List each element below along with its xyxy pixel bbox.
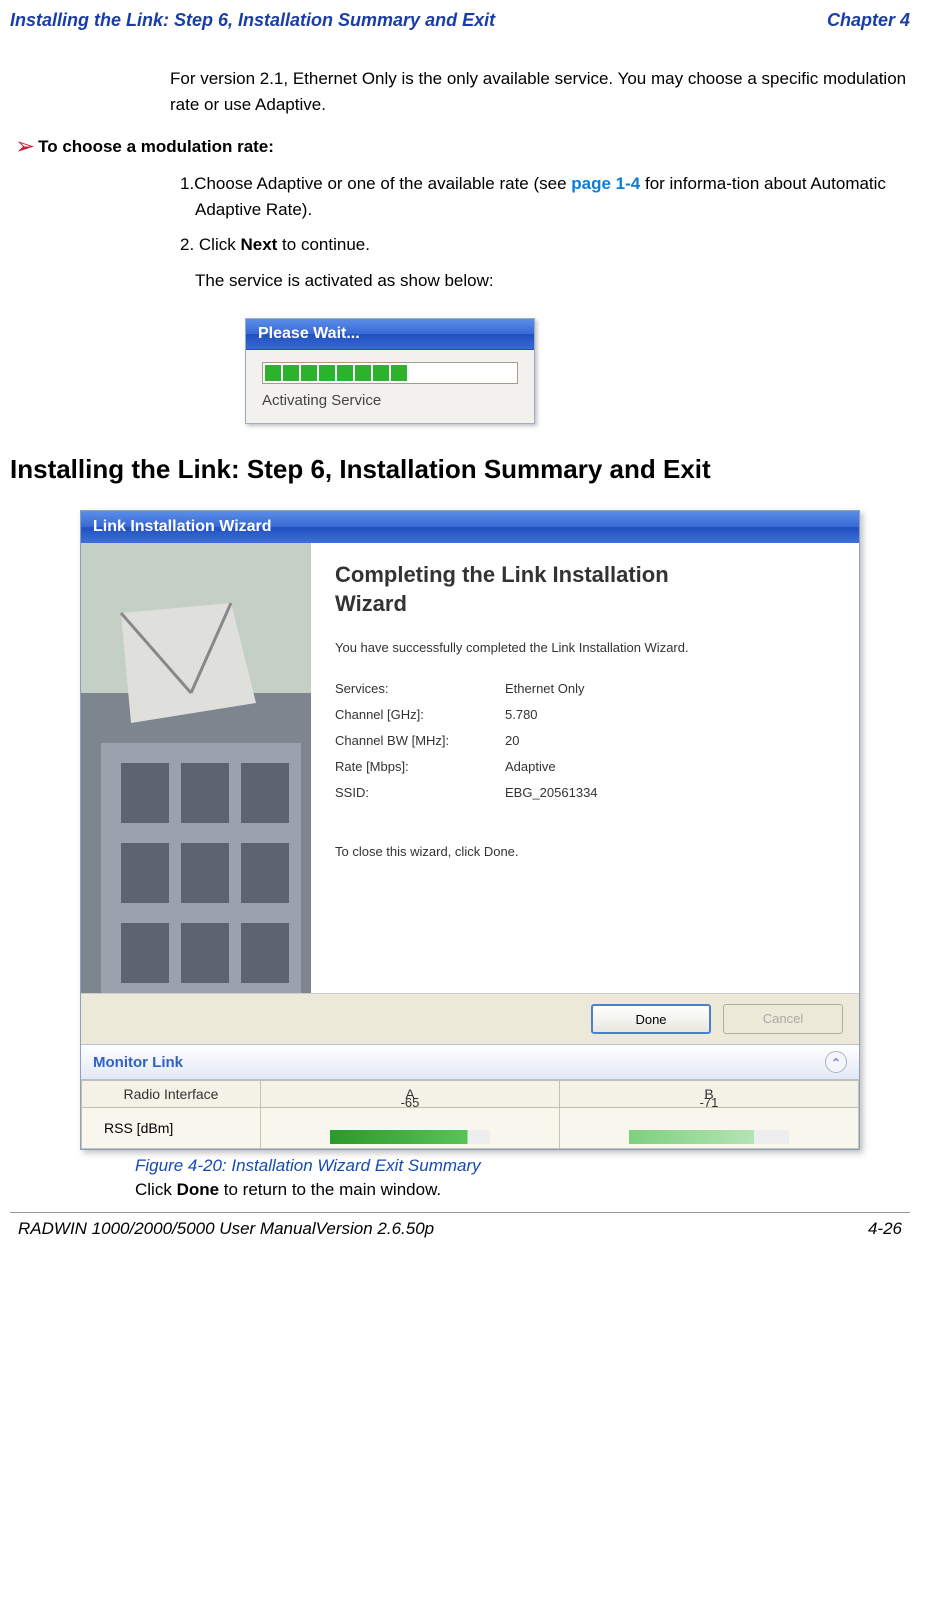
arrow-icon: ➢ [15, 132, 35, 161]
wiz-key: Channel [GHz]: [335, 707, 505, 722]
rss-a-cell: -65 [260, 1108, 559, 1149]
monitor-header[interactable]: Monitor Link ⌃ [81, 1045, 859, 1080]
cancel-button: Cancel [723, 1004, 843, 1034]
step-2: 2. Click Next to continue. [180, 232, 910, 258]
step-1: 1.Choose Adaptive or one of the availabl… [180, 171, 910, 222]
footer-left: RADWIN 1000/2000/5000 User ManualVersion… [18, 1219, 434, 1239]
wiz-val: EBG_20561334 [505, 785, 835, 800]
wiz-key: Channel BW [MHz]: [335, 733, 505, 748]
wizard-close-text: To close this wizard, click Done. [335, 844, 835, 859]
wiz-val: 20 [505, 733, 835, 748]
figure-caption: Figure 4-20: Installation Wizard Exit Su… [135, 1156, 910, 1176]
progress-bar [262, 362, 518, 384]
procedure-heading: ➢ To choose a modulation rate: [15, 132, 910, 161]
done-button[interactable]: Done [591, 1004, 711, 1034]
wait-title: Please Wait... [258, 325, 360, 343]
page-footer: RADWIN 1000/2000/5000 User ManualVersion… [10, 1212, 910, 1245]
rss-bar-a-icon [330, 1130, 490, 1144]
rss-bar-b-icon [629, 1130, 789, 1144]
please-wait-dialog: Please Wait... Activating Service [245, 318, 535, 424]
wiz-key: Services: [335, 681, 505, 696]
wait-label: Activating Service [262, 392, 518, 409]
wiz-val: Adaptive [505, 759, 835, 774]
page-link[interactable]: page 1-4 [571, 174, 640, 193]
step-2-sub: The service is activated as show below: [195, 268, 910, 294]
col-iface: Radio Interface [82, 1081, 261, 1108]
wizard-row: Rate [Mbps]: Adaptive [335, 759, 835, 774]
wiz-key: Rate [Mbps]: [335, 759, 505, 774]
wizard-row: Channel [GHz]: 5.780 [335, 707, 835, 722]
wizard-window: Link Installation Wizard [80, 510, 860, 1150]
monitor-table: Radio Interface A B RSS [dBm] -65 -71 [81, 1080, 859, 1149]
wizard-titlebar: Link Installation Wizard [81, 511, 859, 543]
wizard-row: Services: Ethernet Only [335, 681, 835, 696]
row-label: RSS [dBm] [82, 1108, 261, 1149]
section-title: Installing the Link: Step 6, Installatio… [10, 454, 910, 485]
wizard-heading: Completing the Link Installation Wizard [335, 561, 835, 618]
rss-b-cell: -71 [559, 1108, 858, 1149]
chevron-up-icon[interactable]: ⌃ [825, 1051, 847, 1073]
monitor-title: Monitor Link [93, 1054, 183, 1071]
page-header: Installing the Link: Step 6, Installatio… [10, 10, 910, 41]
wiz-val: 5.780 [505, 707, 835, 722]
figure-note: Click Done to return to the main window. [135, 1180, 910, 1200]
wait-titlebar: Please Wait... [246, 319, 534, 350]
header-left: Installing the Link: Step 6, Installatio… [10, 10, 495, 31]
wizard-row: SSID: EBG_20561334 [335, 785, 835, 800]
header-right: Chapter 4 [827, 10, 910, 31]
footer-right: 4-26 [868, 1219, 902, 1239]
procedure-title: To choose a modulation rate: [38, 137, 274, 157]
wiz-key: SSID: [335, 785, 505, 800]
intro-paragraph: For version 2.1, Ethernet Only is the on… [170, 66, 910, 117]
wizard-sidebar-image [81, 543, 311, 993]
wiz-val: Ethernet Only [505, 681, 835, 696]
wizard-intro: You have successfully completed the Link… [335, 640, 835, 655]
wizard-row: Channel BW [MHz]: 20 [335, 733, 835, 748]
